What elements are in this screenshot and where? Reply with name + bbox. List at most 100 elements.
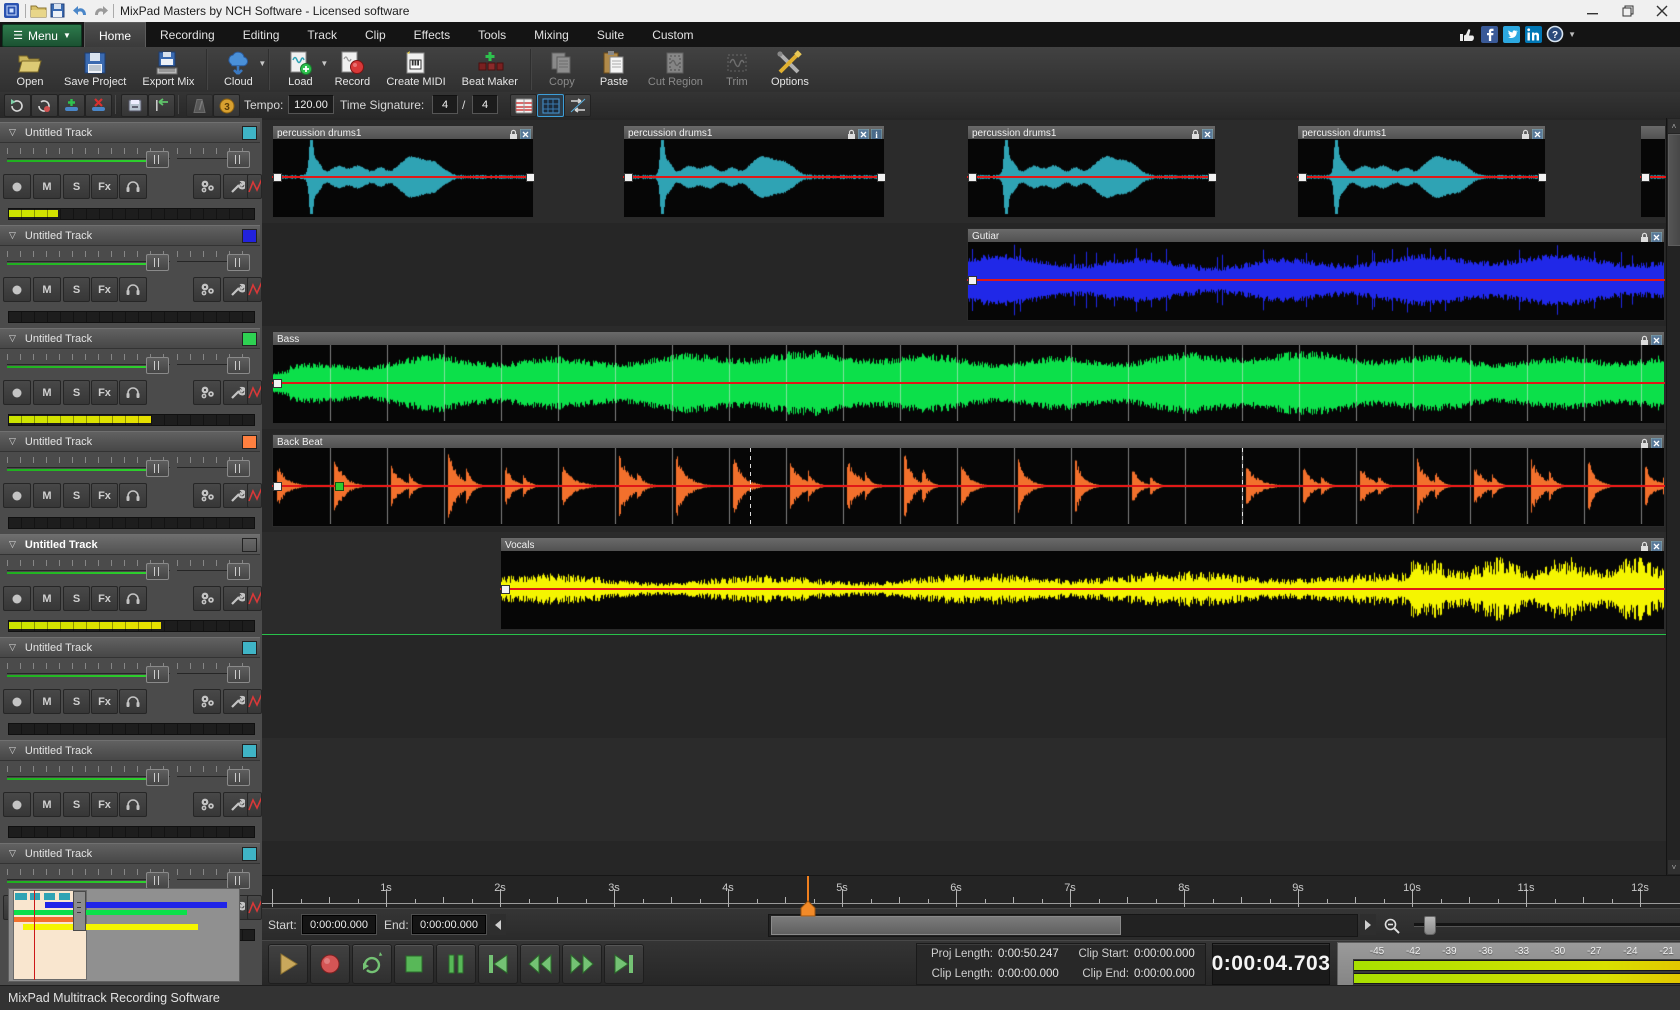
envelope-button[interactable]: [247, 792, 262, 817]
create-midi-button[interactable]: Create MIDI: [378, 47, 453, 92]
pan-slider-handle[interactable]: [227, 666, 250, 683]
track-color-chip[interactable]: [242, 847, 257, 861]
track-color-chip[interactable]: [242, 744, 257, 758]
track-header[interactable]: ▽Untitled Track: [0, 843, 260, 864]
envelope-handle[interactable]: [273, 379, 282, 388]
volume-envelope-line[interactable]: [967, 176, 1216, 178]
automation-gears-button[interactable]: [193, 483, 221, 508]
record-arm-button[interactable]: [3, 174, 31, 199]
mute-button[interactable]: M: [33, 483, 61, 508]
undo-icon[interactable]: [72, 3, 89, 19]
headphones-button[interactable]: [119, 380, 147, 405]
rerecord-clip-icon[interactable]: [31, 94, 58, 117]
tab-mixing[interactable]: Mixing: [520, 22, 583, 47]
facebook-icon[interactable]: [1480, 25, 1498, 43]
fx-button[interactable]: Fx: [91, 380, 118, 405]
headphones-button[interactable]: [119, 483, 147, 508]
solo-button[interactable]: S: [63, 277, 90, 302]
tab-editing[interactable]: Editing: [229, 22, 294, 47]
tab-recording[interactable]: Recording: [146, 22, 229, 47]
fx-button[interactable]: Fx: [91, 689, 118, 714]
paste-button[interactable]: Paste: [588, 47, 640, 92]
envelope-handle[interactable]: [501, 585, 510, 594]
envelope-button[interactable]: [247, 277, 262, 302]
track-color-chip[interactable]: [242, 126, 257, 140]
volume-slider-handle[interactable]: [146, 357, 169, 374]
automation-gears-button[interactable]: [193, 689, 221, 714]
audio-clip[interactable]: percussion drums1: [967, 125, 1216, 217]
chevron-down-icon[interactable]: ▼: [258, 59, 266, 68]
collapse-icon[interactable]: ▽: [9, 127, 16, 138]
envelope-handle[interactable]: [877, 173, 886, 182]
twitter-icon[interactable]: [1502, 25, 1520, 43]
envelope-button[interactable]: [247, 895, 262, 920]
headphones-button[interactable]: [119, 792, 147, 817]
play-button[interactable]: [268, 944, 308, 984]
track-header[interactable]: ▽Untitled Track: [0, 328, 260, 349]
pan-slider-handle[interactable]: [227, 769, 250, 786]
zoom-slider-handle[interactable]: [1424, 916, 1436, 935]
close-button[interactable]: [1645, 0, 1679, 22]
track-color-chip[interactable]: [242, 332, 257, 346]
fx-button[interactable]: Fx: [91, 174, 118, 199]
envelope-handle[interactable]: [273, 482, 282, 491]
playhead-marker[interactable]: [800, 900, 816, 917]
solo-button[interactable]: S: [63, 483, 90, 508]
record-arm-button[interactable]: [3, 277, 31, 302]
grid-view-icon[interactable]: [537, 94, 564, 117]
volume-envelope-line[interactable]: [272, 382, 1665, 384]
solo-button[interactable]: S: [63, 380, 90, 405]
vertical-scrollbar[interactable]: ˄ ˅: [1666, 118, 1680, 875]
audio-clip[interactable]: Gutiar: [967, 228, 1665, 320]
time-signature-denominator-input[interactable]: 4: [472, 95, 498, 114]
open-button[interactable]: Open: [4, 47, 56, 92]
fx-button[interactable]: Fx: [91, 792, 118, 817]
collapse-icon[interactable]: ▽: [9, 642, 16, 653]
track-header[interactable]: ▽Untitled Track: [0, 225, 260, 246]
envelope-handle[interactable]: [1538, 173, 1547, 182]
stop-button[interactable]: [394, 944, 434, 984]
return-to-start-icon[interactable]: [148, 94, 175, 117]
track-color-chip[interactable]: [242, 229, 257, 243]
timeline-ruler[interactable]: 1s2s3s4s5s6s7s8s9s10s11s12s: [262, 875, 1680, 909]
tempo-input[interactable]: 120.00: [288, 95, 334, 114]
chevron-down-icon[interactable]: ▼: [1568, 30, 1576, 39]
audio-clip[interactable]: [1640, 125, 1666, 217]
skip-end-button[interactable]: [604, 944, 644, 984]
mute-button[interactable]: M: [33, 792, 61, 817]
automation-gears-button[interactable]: [193, 586, 221, 611]
solo-button[interactable]: S: [63, 174, 90, 199]
envelope-button[interactable]: [247, 380, 262, 405]
scroll-down-icon[interactable]: ˅: [1668, 860, 1680, 874]
tab-clip[interactable]: Clip: [351, 22, 400, 47]
export-mix-button[interactable]: Export Mix: [134, 47, 202, 92]
envelope-handle[interactable]: [1641, 173, 1650, 182]
fast-forward-button[interactable]: [562, 944, 602, 984]
envelope-handle[interactable]: [1298, 173, 1307, 182]
automation-gears-button[interactable]: [193, 380, 221, 405]
audio-clip[interactable]: percussion drums1i: [623, 125, 885, 217]
save-icon[interactable]: [50, 3, 67, 19]
pan-slider-handle[interactable]: [227, 460, 250, 477]
load-button[interactable]: Load▼: [274, 47, 326, 92]
fx-button[interactable]: Fx: [91, 483, 118, 508]
record-arm-button[interactable]: [3, 689, 31, 714]
mute-button[interactable]: M: [33, 174, 61, 199]
volume-envelope-line[interactable]: [623, 176, 885, 178]
mute-button[interactable]: M: [33, 689, 61, 714]
record-arm-button[interactable]: [3, 483, 31, 508]
volume-slider-handle[interactable]: [146, 666, 169, 683]
skip-start-button[interactable]: [478, 944, 518, 984]
open-project-icon[interactable]: [30, 3, 47, 19]
record-button[interactable]: [310, 944, 350, 984]
audio-clip[interactable]: Back Beat: [272, 434, 1665, 526]
track-header[interactable]: ▽Untitled Track: [0, 534, 260, 555]
tab-suite[interactable]: Suite: [583, 22, 638, 47]
collapse-icon[interactable]: ▽: [9, 745, 16, 756]
selection-end-input[interactable]: 0:00:00.000: [412, 915, 486, 934]
headphones-button[interactable]: [119, 586, 147, 611]
envelope-handle[interactable]: [968, 173, 977, 182]
envelope-handle[interactable]: [1208, 173, 1217, 182]
collapse-icon[interactable]: ▽: [9, 230, 16, 241]
headphones-button[interactable]: [119, 277, 147, 302]
